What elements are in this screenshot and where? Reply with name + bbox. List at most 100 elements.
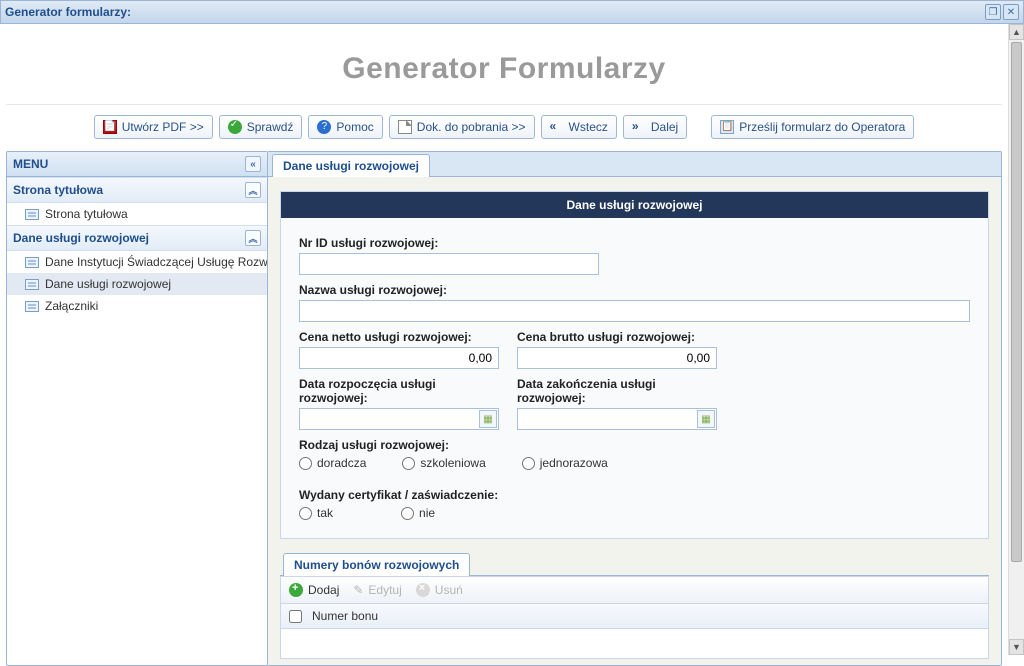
edit-row-label: Edytuj <box>368 583 401 597</box>
sidebar-section-title-page-label: Strona tytułowa <box>13 183 103 197</box>
form-panel-title: Dane usługi rozwojowej <box>281 192 988 218</box>
service-id-input[interactable] <box>299 253 599 275</box>
sidebar-item-institution-data[interactable]: Dane Instytucji Świadczącej Usługę Rozwo <box>7 251 267 273</box>
help-label: Pomoc <box>336 120 373 134</box>
radio-cert-no[interactable] <box>401 507 414 520</box>
service-name-input[interactable] <box>299 300 970 322</box>
send-form-label: Prześlij formularz do Operatora <box>739 120 905 134</box>
sidebar-item-label: Dane Instytucji Świadczącej Usługę Rozwo <box>45 255 267 269</box>
sidebar: MENU « Strona tytułowa ︽ Strona tytułowa… <box>6 151 268 666</box>
check-label: Sprawdź <box>247 120 294 134</box>
back-label: Wstecz <box>569 120 608 134</box>
vertical-scrollbar[interactable]: ▲ ▼ <box>1008 24 1024 655</box>
window-title: Generator formularzy: <box>5 5 131 19</box>
price-gross-label: Cena brutto usługi rozwojowej: <box>517 330 717 344</box>
service-name-label: Nazwa usługi rozwojowej: <box>299 283 970 297</box>
download-docs-label: Dok. do pobrania >> <box>417 120 526 134</box>
form-icon <box>25 257 39 268</box>
sidebar-item-label: Strona tytułowa <box>45 207 128 221</box>
scroll-up-icon[interactable]: ▲ <box>1009 24 1024 40</box>
send-icon <box>720 120 734 134</box>
calendar-icon[interactable]: ▦ <box>479 410 497 428</box>
form-icon <box>25 301 39 312</box>
check-button[interactable]: Sprawdź <box>219 115 303 139</box>
delete-icon <box>416 583 430 597</box>
add-row-label: Dodaj <box>308 583 339 597</box>
scroll-down-icon[interactable]: ▼ <box>1009 639 1024 655</box>
plus-icon <box>289 583 303 597</box>
toolbar: Utwórz PDF >> Sprawdź ? Pomoc Dok. do po… <box>6 105 1002 151</box>
sidebar-section-service-data[interactable]: Dane usługi rozwojowej ︽ <box>7 225 267 251</box>
sidebar-collapse-button[interactable]: « <box>245 156 261 172</box>
radio-label: szkoleniowa <box>420 456 485 470</box>
chevron-up-icon[interactable]: ︽ <box>245 230 261 246</box>
price-net-input[interactable] <box>299 347 499 369</box>
grid-toolbar: Dodaj ✎ Edytuj Usuń <box>280 576 989 603</box>
scroll-thumb[interactable] <box>1011 42 1022 562</box>
kind-option-szkoleniowa[interactable]: szkoleniowa <box>402 456 485 470</box>
grid-header: Numer bonu <box>280 603 989 629</box>
form-icon <box>25 209 39 220</box>
edit-row-button: ✎ Edytuj <box>353 583 401 597</box>
sidebar-item-service-data[interactable]: Dane usługi rozwojowej <box>7 273 267 295</box>
sidebar-item-label: Dane usługi rozwojowej <box>45 277 171 291</box>
delete-row-button: Usuń <box>416 583 463 597</box>
radio-jednorazowa[interactable] <box>522 457 535 470</box>
radio-doradcza[interactable] <box>299 457 312 470</box>
window-header: Generator formularzy: ❐ ✕ <box>0 0 1024 24</box>
sidebar-item-title-page[interactable]: Strona tytułowa <box>7 203 267 225</box>
voucher-grid: Numery bonów rozwojowych Dodaj ✎ Edytuj <box>280 553 989 659</box>
cert-option-yes[interactable]: tak <box>299 506 333 520</box>
service-id-label: Nr ID usługi rozwojowej: <box>299 236 599 250</box>
radio-label: jednorazowa <box>540 456 608 470</box>
chevron-left-icon: « <box>550 120 564 134</box>
price-net-label: Cena netto usługi rozwojowej: <box>299 330 499 344</box>
delete-row-label: Usuń <box>435 583 463 597</box>
tab-service-data[interactable]: Dane usługi rozwojowej <box>272 154 430 177</box>
create-pdf-button[interactable]: Utwórz PDF >> <box>94 115 213 139</box>
next-label: Dalej <box>651 120 678 134</box>
kind-option-jednorazowa[interactable]: jednorazowa <box>522 456 608 470</box>
date-start-label: Data rozpoczęcia usługi rozwojowej: <box>299 377 499 405</box>
main-panel: Dane usługi rozwojowej Dane usługi rozwo… <box>268 151 1002 666</box>
sidebar-title: MENU <box>13 157 48 171</box>
form-panel: Dane usługi rozwojowej Nr ID usługi rozw… <box>280 191 989 539</box>
send-form-button[interactable]: Prześlij formularz do Operatora <box>711 115 914 139</box>
sidebar-item-attachments[interactable]: Załączniki <box>7 295 267 317</box>
next-button[interactable]: » Dalej <box>623 115 687 139</box>
tab-label: Numery bonów rozwojowych <box>294 558 459 572</box>
date-end-label: Data zakończenia usługi rozwojowej: <box>517 377 717 405</box>
radio-cert-yes[interactable] <box>299 507 312 520</box>
service-kind-label: Rodzaj usługi rozwojowej: <box>299 438 970 452</box>
sidebar-header: MENU « <box>7 152 267 177</box>
chevron-right-icon: » <box>632 120 646 134</box>
pencil-icon: ✎ <box>353 583 363 597</box>
page-title: Generator Formularzy <box>6 30 1002 105</box>
chevron-up-icon[interactable]: ︽ <box>245 182 261 198</box>
cert-label: Wydany certyfikat / zaświadczenie: <box>299 488 970 502</box>
radio-szkoleniowa[interactable] <box>402 457 415 470</box>
date-end-input[interactable] <box>517 408 717 430</box>
calendar-icon[interactable]: ▦ <box>697 410 715 428</box>
back-button[interactable]: « Wstecz <box>541 115 617 139</box>
help-button[interactable]: ? Pomoc <box>308 115 382 139</box>
document-icon <box>398 120 412 134</box>
window-restore-icon[interactable]: ❐ <box>985 4 1001 20</box>
tab-voucher-numbers[interactable]: Numery bonów rozwojowych <box>283 553 470 576</box>
form-icon <box>25 279 39 290</box>
price-gross-input[interactable] <box>517 347 717 369</box>
kind-option-doradcza[interactable]: doradcza <box>299 456 366 470</box>
cert-option-no[interactable]: nie <box>401 506 435 520</box>
tab-strip: Dane usługi rozwojowej <box>268 152 1001 177</box>
add-row-button[interactable]: Dodaj <box>289 583 339 597</box>
check-ok-icon <box>228 120 242 134</box>
radio-label: tak <box>317 506 333 520</box>
window-close-icon[interactable]: ✕ <box>1003 4 1019 20</box>
create-pdf-label: Utwórz PDF >> <box>122 120 204 134</box>
sidebar-section-title-page[interactable]: Strona tytułowa ︽ <box>7 177 267 203</box>
radio-label: doradcza <box>317 456 366 470</box>
select-all-checkbox[interactable] <box>289 610 302 623</box>
date-start-input[interactable] <box>299 408 499 430</box>
download-docs-button[interactable]: Dok. do pobrania >> <box>389 115 535 139</box>
radio-label: nie <box>419 506 435 520</box>
